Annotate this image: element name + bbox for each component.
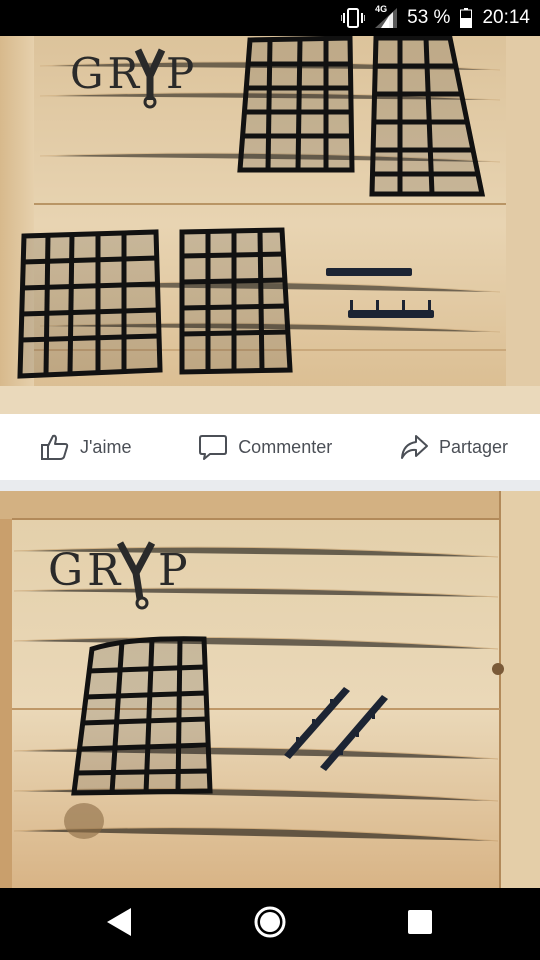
thumbs-up-icon [40,432,70,462]
wooden-box-photo-2: GR P [0,491,540,888]
back-button[interactable] [100,904,140,944]
battery-icon [460,8,473,28]
like-button[interactable]: J'aime [40,432,131,462]
status-icons: 4G 53 % 20:14 [341,0,530,36]
svg-text:P: P [166,49,194,98]
wooden-box-photo-1: GR P [0,36,540,414]
home-circle-icon [253,905,287,944]
android-nav-bar [0,888,540,960]
speech-bubble-icon [198,432,228,462]
vent-grille-top-left [237,36,355,173]
recents-square-icon [408,909,432,939]
vibrate-icon [341,7,366,29]
share-button[interactable]: Partager [399,432,508,462]
home-button[interactable] [250,904,290,944]
comment-label: Commenter [238,436,333,457]
back-triangle-icon [107,907,133,941]
battery-percent: 53 % [407,7,451,28]
vent-grille-photo-2 [71,636,213,796]
comment-button[interactable]: Commenter [198,432,332,462]
recents-button[interactable] [400,904,440,944]
post-photo-1[interactable]: GR P [0,36,540,414]
like-label: J'aime [80,436,132,457]
vent-grille-bottom-center [179,227,293,375]
svg-text:P: P [158,545,188,596]
post-photo-2[interactable]: GR P [0,491,540,888]
clock: 20:14 [482,7,530,28]
signal-icon: 4G [375,4,398,28]
status-bar: 4G 53 % 20:14 [0,0,540,36]
post-separator [0,480,540,491]
share-arrow-icon [399,432,429,462]
share-label: Partager [438,436,508,457]
vent-grille-bottom-left [17,229,163,379]
svg-text:GR: GR [70,49,143,98]
svg-text:GR: GR [48,545,124,596]
post-action-bar: J'aime Commenter Partager [0,414,540,480]
network-type: 4G [375,4,388,14]
